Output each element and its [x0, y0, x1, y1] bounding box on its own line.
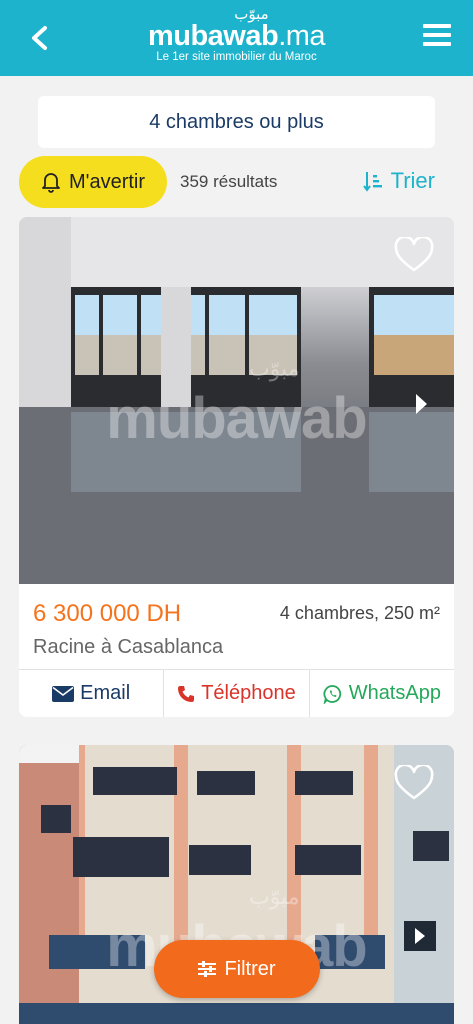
heart-icon: [394, 763, 434, 800]
logo-tld: .ma: [278, 20, 326, 52]
watermark-arabic: مبوّب: [249, 885, 300, 910]
email-label: Email: [80, 682, 131, 704]
listing-photo[interactable]: مبوّب mubawab: [19, 217, 454, 584]
filter-button[interactable]: Filtrer: [154, 940, 320, 998]
sliders-icon: [198, 961, 217, 977]
alert-button[interactable]: M'avertir: [19, 156, 167, 208]
sort-icon: [362, 172, 382, 192]
listing-price: 6 300 000 DH: [33, 600, 182, 627]
listing-location: Racine à Casablanca: [33, 636, 224, 658]
whatsapp-icon: [323, 684, 341, 704]
site-logo[interactable]: مبوّب mubawab.ma Le 1er site immobilier …: [0, 6, 473, 64]
phone-label: Téléphone: [201, 682, 296, 704]
logo-tagline: Le 1er site immobilier du Maroc: [156, 51, 317, 63]
play-right-icon: [415, 928, 425, 944]
next-photo-button[interactable]: [404, 921, 436, 951]
logo-wordmark: mubawab.ma: [0, 20, 473, 52]
play-right-icon: [416, 394, 427, 414]
app-header: مبوّب mubawab.ma Le 1er site immobilier …: [0, 0, 473, 76]
sort-label: Trier: [390, 168, 435, 193]
results-count: 359 résultats: [180, 172, 278, 191]
watermark-arabic: مبوّب: [249, 357, 300, 382]
listing-details: 4 chambres, 250 m²: [279, 603, 440, 623]
menu-button[interactable]: [423, 24, 451, 52]
whatsapp-label: WhatsApp: [348, 682, 441, 704]
envelope-icon: [52, 685, 75, 702]
listing-actions: Email Téléphone WhatsApp: [19, 669, 454, 717]
phone-button[interactable]: Téléphone: [164, 670, 310, 717]
hamburger-icon: [423, 24, 451, 46]
email-button[interactable]: Email: [19, 670, 165, 717]
next-photo-button[interactable]: [414, 393, 428, 415]
whatsapp-button[interactable]: WhatsApp: [310, 670, 454, 717]
sort-button[interactable]: Trier: [362, 168, 435, 194]
logo-name: mubawab: [147, 20, 279, 52]
phone-icon: [178, 685, 195, 702]
favorite-button[interactable]: [394, 763, 434, 801]
alert-label: M'avertir: [68, 170, 146, 193]
favorite-button[interactable]: [394, 235, 434, 273]
watermark: mubawab: [106, 386, 368, 451]
bell-icon: [42, 173, 60, 193]
filter-label: Filtrer: [224, 957, 276, 980]
heart-icon: [394, 235, 434, 272]
active-filter-chip[interactable]: 4 chambres ou plus: [38, 96, 435, 148]
listing-card[interactable]: مبوّب mubawab 6 300 000 DH 4 chambres, 2…: [19, 217, 454, 717]
